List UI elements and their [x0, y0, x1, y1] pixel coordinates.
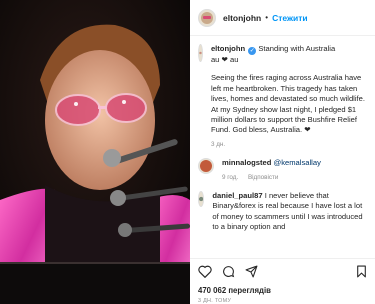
heart-icon[interactable] [198, 265, 212, 278]
comment-icon[interactable] [222, 265, 235, 278]
avatar[interactable] [198, 8, 216, 27]
avatar[interactable] [198, 44, 203, 62]
caption-text: Seeing the fires raging across Australia… [210, 73, 366, 135]
caption: eltonjohn ✓ Standing with Australia au ❤… [190, 36, 375, 150]
caption-line2: au ❤ au [210, 55, 239, 64]
list-item: daniel_paul87 I never believe that Binar… [190, 183, 375, 233]
verified-icon: ✓ [248, 47, 257, 55]
comment-username[interactable]: daniel_paul87 [212, 191, 262, 200]
comment-body: daniel_paul87 I never believe that Binar… [212, 191, 367, 233]
caption-username[interactable]: eltonjohn [211, 44, 245, 53]
share-icon[interactable] [245, 265, 258, 278]
follow-button[interactable]: Стежити [272, 13, 308, 23]
reply-button[interactable]: Відповісти [248, 174, 278, 181]
header-username[interactable]: eltonjohn [223, 13, 261, 23]
comment-time[interactable]: 9 год. [222, 174, 238, 181]
action-bar [190, 258, 375, 284]
caption-body: eltonjohn ✓ Standing with Australia au ❤… [211, 44, 367, 150]
photo-illustration [0, 0, 190, 304]
avatar-image [200, 160, 212, 173]
comment-mention[interactable]: @kemalsallay [274, 158, 321, 167]
avatar[interactable] [198, 191, 205, 208]
caption-line1: Standing with Australia [258, 44, 336, 53]
separator-dot: • [265, 13, 269, 22]
instagram-post: eltonjohn • Стежити eltonjohn ✓ Standing… [0, 0, 375, 304]
bookmark-icon[interactable] [356, 265, 367, 278]
view-count[interactable]: 470 062 переглядів [198, 286, 271, 295]
caption-time[interactable]: 3 дн. [211, 141, 225, 148]
list-item: minnalogsted @kemalsallay 9 год. Відпові… [190, 150, 375, 183]
post-sidebar: eltonjohn • Стежити eltonjohn ✓ Standing… [190, 0, 375, 304]
post-photo[interactable] [0, 0, 190, 304]
comment-username[interactable]: minnalogsted [222, 158, 271, 167]
post-timestamp[interactable]: 3 ДН. ТОМУ [198, 298, 231, 304]
avatar[interactable] [198, 158, 214, 175]
comment-body: minnalogsted @kemalsallay 9 год. Відпові… [222, 158, 321, 183]
comments-area[interactable]: eltonjohn ✓ Standing with Australia au ❤… [190, 36, 375, 252]
avatar-image [201, 11, 213, 24]
avatar-image [199, 51, 202, 55]
avatar-image [199, 196, 204, 202]
post-header: eltonjohn • Стежити [190, 0, 375, 36]
